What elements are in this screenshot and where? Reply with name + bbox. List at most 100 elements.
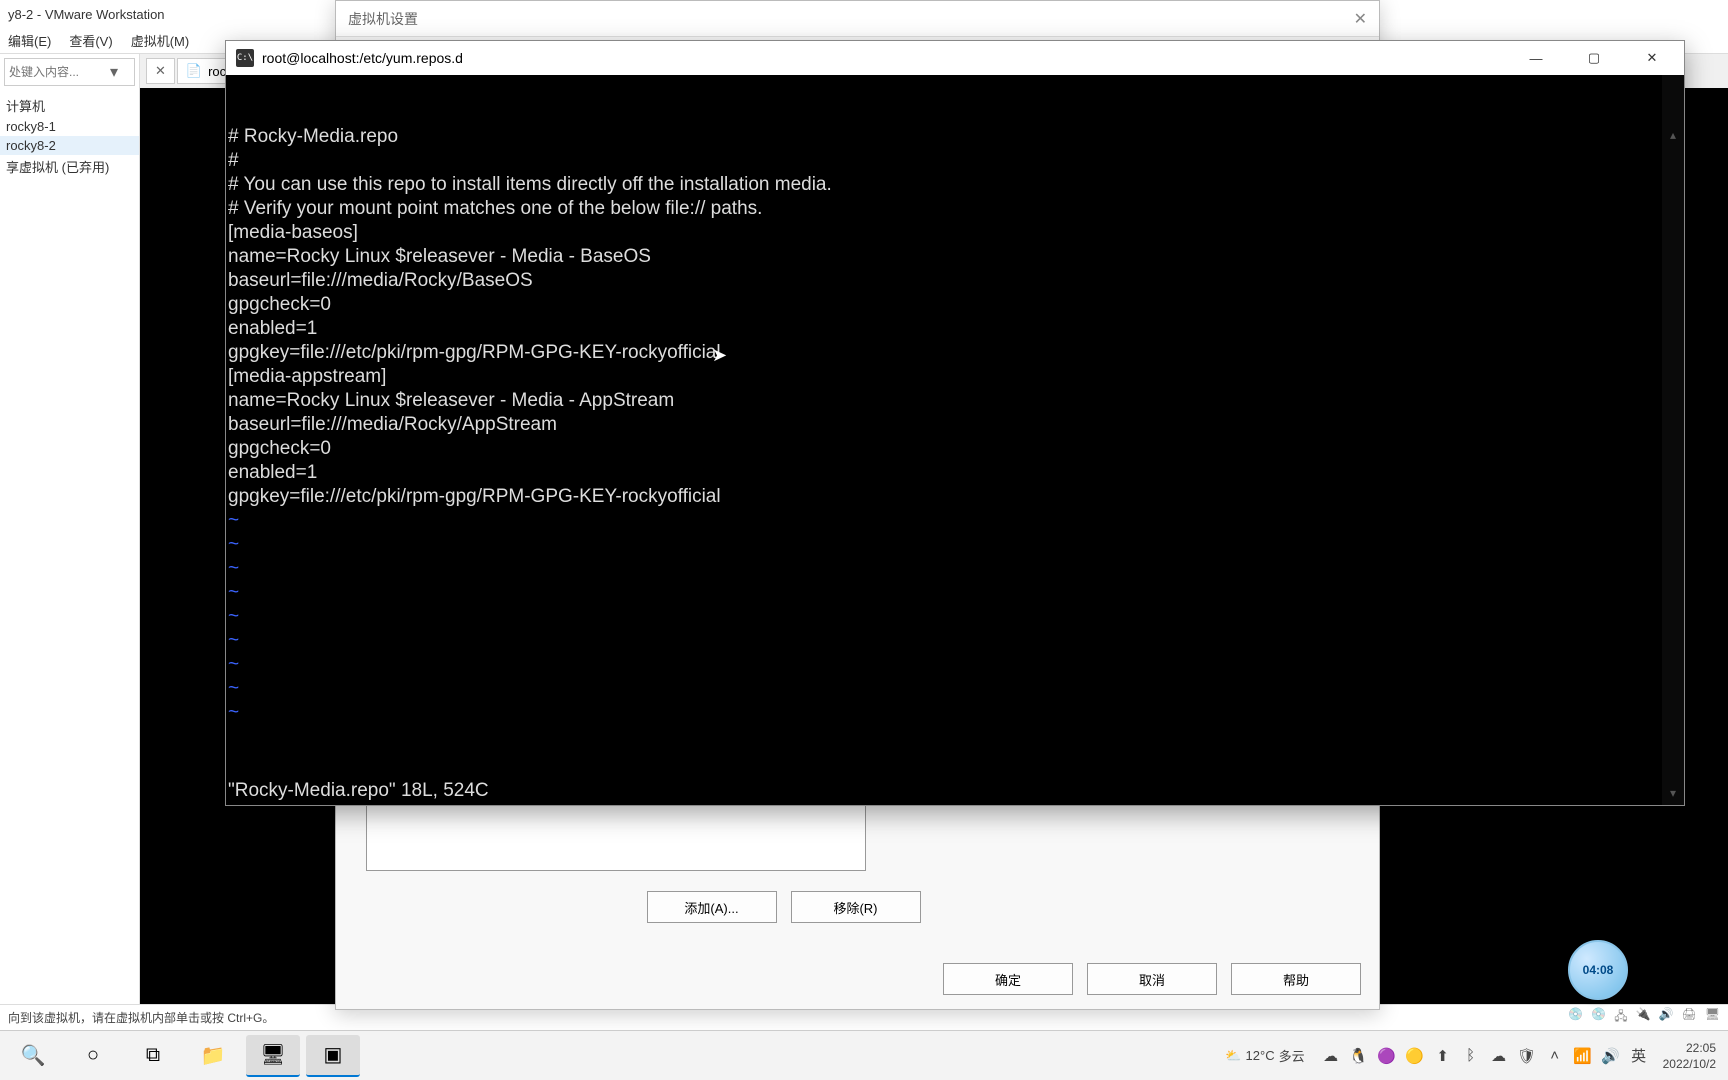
sidebar-tree: 计算机 rocky8-1 rocky8-2 享虚拟机 (已弃用) — [0, 90, 139, 182]
volume-icon[interactable]: 🔊 — [1601, 1047, 1621, 1065]
add-button[interactable]: 添加(A)... — [647, 891, 777, 923]
ime-indicator[interactable]: 英 — [1629, 1045, 1649, 1066]
terminal-icon: C:\ — [236, 49, 254, 67]
terminal-line: # — [226, 149, 1684, 173]
search-button[interactable]: 🔍 — [6, 1035, 60, 1077]
printer-icon: 🖨 — [1682, 1007, 1697, 1028]
terminal-line: ~ — [226, 557, 1684, 581]
terminal-line: gpgcheck=0 — [226, 293, 1684, 317]
terminal-line: # You can use this repo to install items… — [226, 173, 1684, 197]
terminal-titlebar[interactable]: C:\ root@localhost:/etc/yum.repos.d — ▢ … — [226, 41, 1684, 75]
security-icon[interactable]: 🛡 — [1517, 1047, 1537, 1065]
dialog-button-row: 添加(A)... 移除(R) — [366, 891, 1201, 923]
tree-item-rocky81[interactable]: rocky8-1 — [0, 117, 139, 136]
dialog-bottom-buttons: 确定 取消 帮助 — [943, 963, 1361, 995]
help-button[interactable]: 帮助 — [1231, 963, 1361, 995]
sound-icon: 🔊 — [1659, 1007, 1674, 1028]
terminal-line: # Verify your mount point matches one of… — [226, 197, 1684, 221]
cancel-button[interactable]: 取消 — [1087, 963, 1217, 995]
tree-item-rocky82[interactable]: rocky8-2 — [0, 136, 139, 155]
terminal-line: ~ — [226, 701, 1684, 725]
tray-icon[interactable]: ⬆ — [1433, 1047, 1453, 1065]
tray-icon[interactable]: 🟡 — [1405, 1047, 1425, 1065]
explorer-button[interactable]: 📁 — [186, 1035, 240, 1077]
terminal-line: ~ — [226, 677, 1684, 701]
menu-vm[interactable]: 虚拟机(M) — [131, 31, 190, 50]
terminal-line: enabled=1 — [226, 317, 1684, 341]
terminal-line: gpgkey=file:///etc/pki/rpm-gpg/RPM-GPG-K… — [226, 485, 1684, 509]
taskview-button[interactable]: ⧉ — [126, 1035, 180, 1077]
close-icon[interactable]: ✕ — [155, 63, 166, 79]
usb-icon: 🔌 — [1636, 1007, 1651, 1028]
menu-edit[interactable]: 编辑(E) — [8, 31, 51, 50]
terminal-line: baseurl=file:///media/Rocky/AppStream — [226, 413, 1684, 437]
wifi-icon[interactable]: 📶 — [1573, 1047, 1593, 1065]
disk-icon: 💿 — [1591, 1007, 1606, 1028]
cursor-icon: ➤ — [712, 343, 727, 367]
weather-widget[interactable]: ⛅ 12°C 多云 — [1225, 1046, 1304, 1065]
onedrive-icon[interactable]: ☁ — [1489, 1047, 1509, 1065]
menu-view[interactable]: 查看(V) — [69, 31, 112, 50]
terminal-line: gpgcheck=0 — [226, 437, 1684, 461]
weather-desc: 多云 — [1279, 1046, 1305, 1065]
network-icon: 🖧 — [1614, 1007, 1627, 1028]
terminal-line: name=Rocky Linux $releasever - Media - A… — [226, 389, 1684, 413]
tray-icon[interactable]: 🐧 — [1349, 1047, 1369, 1065]
tree-item-deprecated[interactable]: 享虚拟机 (已弃用) — [0, 155, 139, 178]
dialog-titlebar: 虚拟机设置 ✕ — [336, 1, 1379, 37]
close-button[interactable]: ✕ — [1624, 41, 1680, 75]
status-icons: 💿 💿 🖧 🔌 🔊 🖨 🖥 — [1568, 1007, 1720, 1028]
scroll-down-icon[interactable]: ▾ — [1662, 781, 1684, 805]
clock-date: 2022/10/2 — [1663, 1056, 1716, 1072]
terminal-line: ~ — [226, 533, 1684, 557]
chevron-down-icon[interactable]: ▾ — [105, 62, 123, 82]
terminal-line: baseurl=file:///media/Rocky/BaseOS — [226, 269, 1684, 293]
sidebar-search[interactable]: ▾ — [4, 58, 135, 86]
terminal-line: [media-baseos] — [226, 221, 1684, 245]
terminal-taskbar-button[interactable]: ▣ — [306, 1035, 360, 1077]
terminal-line: ~ — [226, 653, 1684, 677]
disk-icon: 💿 — [1568, 1007, 1583, 1028]
terminal-line: # Rocky-Media.repo — [226, 125, 1684, 149]
weather-temp: 12°C — [1246, 1048, 1275, 1063]
vim-status-line: "Rocky-Media.repo" 18L, 524C — [226, 779, 491, 803]
terminal-scrollbar[interactable]: ▴ ▾ — [1662, 75, 1684, 805]
terminal-body[interactable]: # Rocky-Media.repo## You can use this re… — [226, 75, 1684, 805]
sidebar-search-input[interactable] — [5, 65, 105, 79]
timer-badge: 04:08 — [1568, 940, 1628, 1000]
vmware-title: y8-2 - VMware Workstation — [8, 7, 165, 22]
terminal-title: root@localhost:/etc/yum.repos.d — [262, 50, 463, 66]
terminal-line: ~ — [226, 581, 1684, 605]
minimize-button[interactable]: — — [1508, 41, 1564, 75]
dialog-title: 虚拟机设置 — [348, 9, 418, 29]
vmware-taskbar-button[interactable]: 🖥 — [246, 1035, 300, 1077]
close-icon[interactable]: ✕ — [1354, 9, 1367, 29]
terminal-line: ~ — [226, 629, 1684, 653]
chevron-up-icon[interactable]: ˄ — [1545, 1047, 1565, 1064]
terminal-line: enabled=1 — [226, 461, 1684, 485]
remove-button[interactable]: 移除(R) — [791, 891, 921, 923]
tray-icon[interactable]: 🟣 — [1377, 1047, 1397, 1065]
tree-item-computer[interactable]: 计算机 — [0, 94, 139, 117]
terminal-line: ~ — [226, 605, 1684, 629]
maximize-button[interactable]: ▢ — [1566, 41, 1622, 75]
windows-taskbar: 🔍 ○ ⧉ 📁 🖥 ▣ ⛅ 12°C 多云 ☁ 🐧 🟣 🟡 ⬆ ᛒ ☁ 🛡 ˄ … — [0, 1030, 1728, 1080]
ok-button[interactable]: 确定 — [943, 963, 1073, 995]
status-text: 向到该虚拟机，请在虚拟机内部单击或按 Ctrl+G。 — [8, 1009, 274, 1026]
taskbar-clock[interactable]: 22:05 2022/10/2 — [1657, 1040, 1722, 1072]
weather-icon: ⛅ — [1225, 1048, 1241, 1064]
bluetooth-icon[interactable]: ᛒ — [1461, 1047, 1481, 1064]
terminal-line: ~ — [226, 509, 1684, 533]
tray-icon[interactable]: ☁ — [1321, 1047, 1341, 1065]
file-icon: 📄 — [186, 63, 202, 79]
vmware-sidebar: ▾ 计算机 rocky8-1 rocky8-2 享虚拟机 (已弃用) — [0, 54, 140, 1030]
terminal-line: gpgkey=file:///etc/pki/rpm-gpg/RPM-GPG-K… — [226, 341, 1684, 365]
terminal-window: C:\ root@localhost:/etc/yum.repos.d — ▢ … — [225, 40, 1685, 806]
terminal-line: [media-appstream] — [226, 365, 1684, 389]
terminal-line: name=Rocky Linux $releasever - Media - B… — [226, 245, 1684, 269]
vm-tab[interactable]: ✕ — [146, 58, 175, 84]
cortana-button[interactable]: ○ — [66, 1035, 120, 1077]
clock-time: 22:05 — [1663, 1040, 1716, 1056]
display-icon: 🖥 — [1705, 1007, 1720, 1028]
scroll-up-icon[interactable]: ▴ — [1662, 123, 1684, 147]
